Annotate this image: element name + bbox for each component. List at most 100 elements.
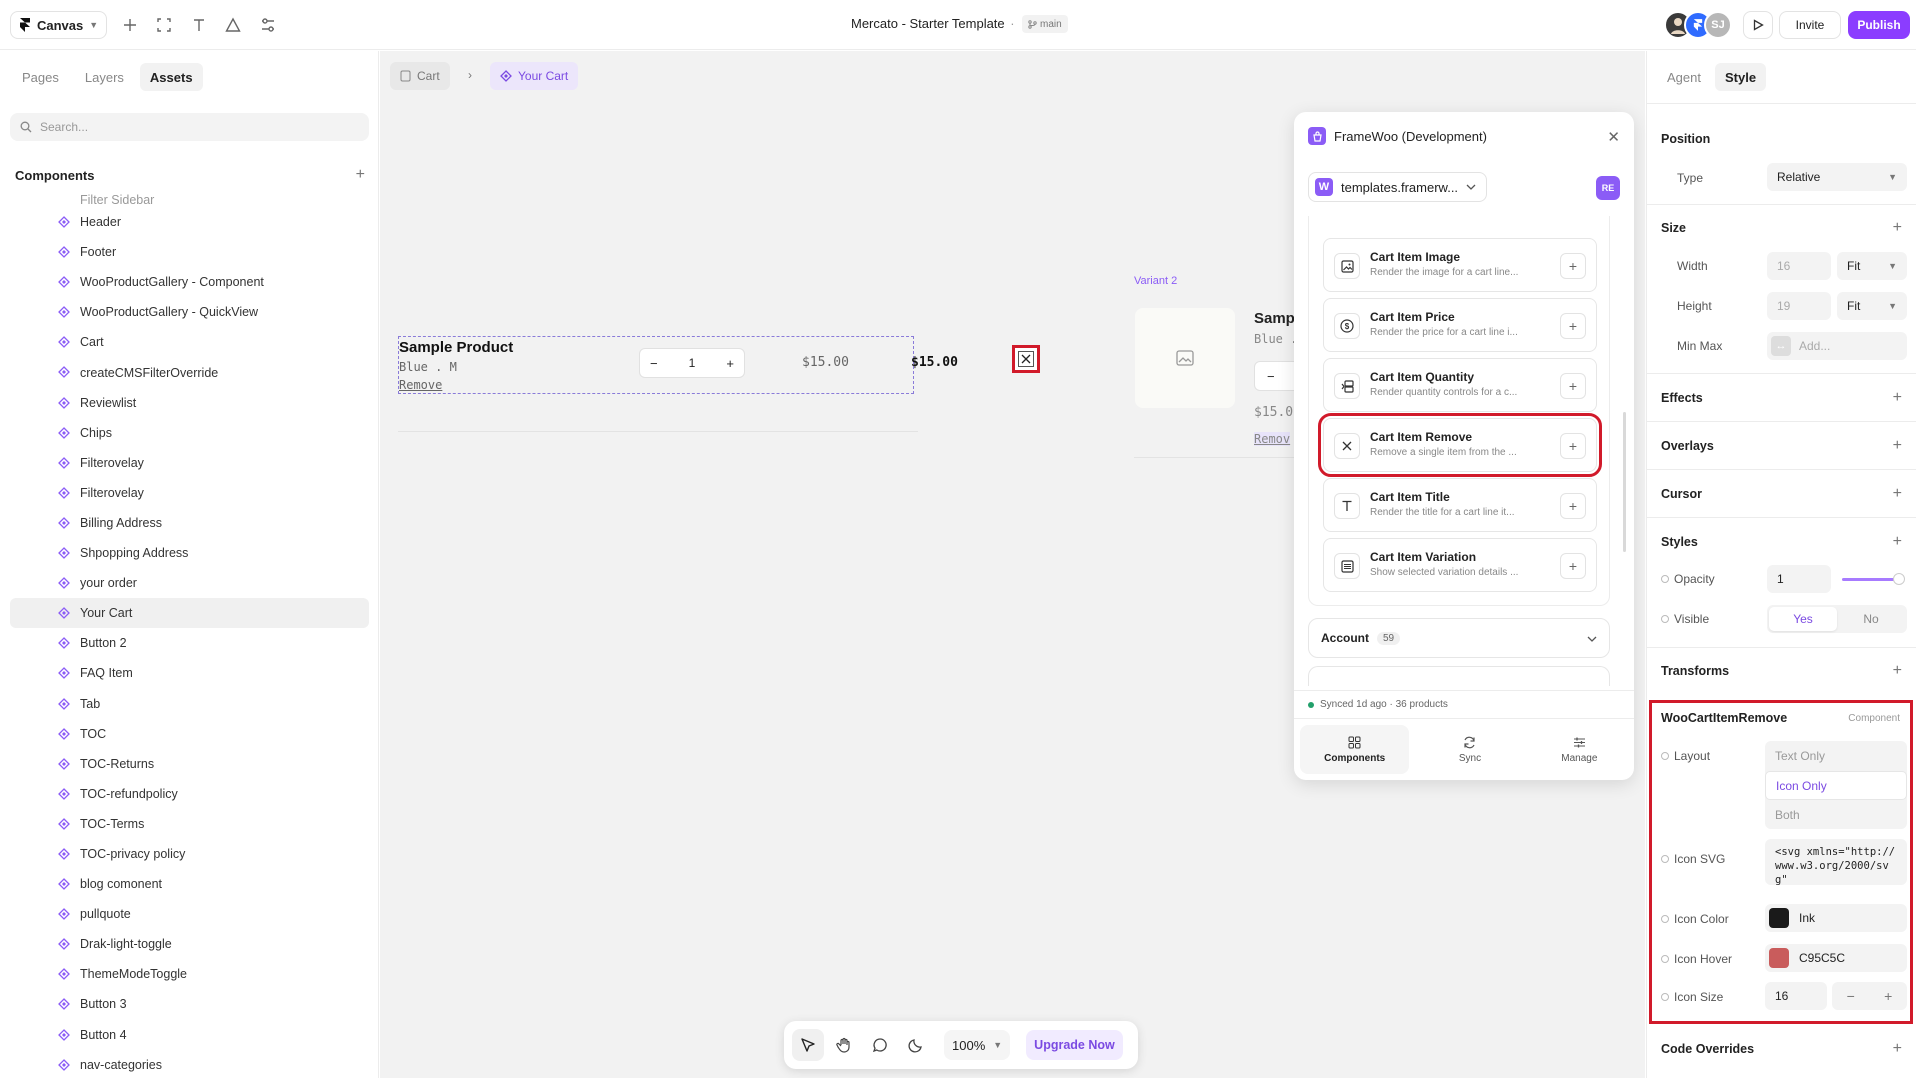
app-menu-button[interactable]: Canvas ▼ xyxy=(10,11,108,39)
branch-badge[interactable]: main xyxy=(1022,15,1068,33)
close-icon[interactable]: ✕ xyxy=(1607,128,1620,146)
add-component-button[interactable]: + xyxy=(356,167,365,183)
sidebar-item-component[interactable]: Footer xyxy=(10,237,369,267)
sidebar-item-component[interactable]: nav-categories xyxy=(10,1050,369,1078)
wishlist-accordion[interactable] xyxy=(1308,666,1610,686)
sidebar-item-component[interactable]: Reviewlist xyxy=(10,388,369,418)
publish-button[interactable]: Publish xyxy=(1848,11,1910,39)
upgrade-now-button[interactable]: Upgrade Now xyxy=(1026,1030,1123,1060)
add-style-button[interactable]: + xyxy=(1893,534,1902,550)
sidebar-item-component[interactable]: Drak-light-toggle xyxy=(10,929,369,959)
plugin-nav-manage[interactable]: Manage xyxy=(1525,719,1634,780)
select-tool-button[interactable] xyxy=(792,1029,824,1061)
sidebar-item-component[interactable]: Filterovelay xyxy=(10,478,369,508)
plus-icon[interactable]: + xyxy=(1884,988,1892,1004)
sidebar-item-component[interactable]: ThemeModeToggle xyxy=(10,959,369,989)
plugin-nav-components[interactable]: Components xyxy=(1300,725,1410,774)
sidebar-item-component[interactable]: createCMSFilterOverride xyxy=(10,357,369,387)
sidebar-item-component[interactable]: Button 3 xyxy=(10,989,369,1019)
opacity-input[interactable]: 1 xyxy=(1767,565,1831,593)
sidebar-item-component[interactable]: Header xyxy=(10,207,369,237)
tab-agent[interactable]: Agent xyxy=(1657,63,1711,91)
add-cursor-button[interactable]: + xyxy=(1893,486,1902,502)
add-component-button[interactable]: + xyxy=(1560,253,1586,279)
plugin-nav-sync[interactable]: Sync xyxy=(1415,719,1524,780)
zoom-select[interactable]: 100% ▼ xyxy=(944,1030,1011,1060)
plugin-item-cart-item-title[interactable]: Cart Item Title Render the title for a c… xyxy=(1323,478,1597,532)
tab-style[interactable]: Style xyxy=(1714,63,1767,91)
sidebar-item-component[interactable]: Button 4 xyxy=(10,1020,369,1050)
variant-label[interactable]: Variant 2 xyxy=(1134,275,1177,287)
sidebar-item-component[interactable]: Your Cart xyxy=(10,598,369,629)
visible-yes-option[interactable]: Yes xyxy=(1769,607,1837,631)
minus-icon[interactable]: − xyxy=(1267,369,1275,384)
icon-size-stepper[interactable]: − + xyxy=(1832,982,1907,1010)
width-mode-select[interactable]: Fit ▼ xyxy=(1837,252,1907,280)
hand-tool-button[interactable] xyxy=(828,1029,860,1061)
layout-icon-only-option[interactable]: Icon Only xyxy=(1765,771,1907,800)
add-component-button[interactable]: + xyxy=(1560,433,1586,459)
min-max-input[interactable]: ↔ Add... xyxy=(1767,332,1907,360)
icon-svg-textarea[interactable]: <svg xmlns="http://www.w3.org/2000/svg" xyxy=(1765,839,1907,885)
user-badge[interactable]: RE xyxy=(1596,176,1620,200)
plugin-item-cart-item-price[interactable]: $ Cart Item Price Render the price for a… xyxy=(1323,298,1597,352)
document-title[interactable]: Mercato - Starter Template · xyxy=(851,16,1015,31)
visible-toggle[interactable]: Yes No xyxy=(1767,605,1907,633)
collaborator-avatars[interactable]: SJ xyxy=(1664,11,1732,39)
assets-search-input[interactable]: Search... xyxy=(10,113,369,141)
text-tool-button[interactable] xyxy=(188,14,210,36)
width-input[interactable]: 16 xyxy=(1767,252,1831,280)
plus-icon[interactable]: + xyxy=(726,356,734,371)
height-input[interactable]: 19 xyxy=(1767,292,1831,320)
sidebar-item-component[interactable]: Billing Address xyxy=(10,508,369,538)
plugin-item-cart-item-quantity[interactable]: Cart Item Quantity Render quantity contr… xyxy=(1323,358,1597,412)
sidebar-item-component[interactable]: TOC-Returns xyxy=(10,749,369,779)
tab-layers[interactable]: Layers xyxy=(75,63,134,91)
shape-tool-button[interactable] xyxy=(222,14,244,36)
opacity-slider-handle[interactable] xyxy=(1893,573,1905,585)
sidebar-item-component[interactable]: pullquote xyxy=(10,899,369,929)
sidebar-item-component[interactable]: Button 2 xyxy=(10,628,369,658)
list-item[interactable]: Filter Sidebar xyxy=(10,193,369,207)
sidebar-item-component[interactable]: Filterovelay xyxy=(10,448,369,478)
quantity-stepper[interactable]: − 1 + xyxy=(639,348,745,378)
breadcrumb-cart[interactable]: Cart xyxy=(390,62,450,90)
cart-item-remove-button[interactable] xyxy=(1012,345,1040,373)
remove-link[interactable]: Remove xyxy=(399,378,442,392)
sidebar-item-component[interactable]: WooProductGallery - Component xyxy=(10,267,369,297)
add-component-button[interactable]: + xyxy=(1560,373,1586,399)
cart-item-row[interactable]: Sample Product Blue . M Remove − 1 + $15… xyxy=(398,336,958,394)
tab-pages[interactable]: Pages xyxy=(12,63,69,91)
sidebar-item-component[interactable]: TOC-privacy policy xyxy=(10,839,369,869)
variant-remove-link[interactable]: Remov xyxy=(1254,432,1291,446)
site-selector[interactable]: W templates.framerw... xyxy=(1308,172,1488,202)
icon-size-input[interactable]: 16 xyxy=(1765,982,1827,1010)
height-mode-select[interactable]: Fit ▼ xyxy=(1837,292,1907,320)
minus-icon[interactable]: − xyxy=(650,356,658,371)
preview-button[interactable] xyxy=(1743,11,1773,39)
settings-tool-button[interactable] xyxy=(257,14,279,36)
position-type-select[interactable]: Relative ▼ xyxy=(1767,163,1907,191)
add-component-button[interactable]: + xyxy=(1560,493,1586,519)
add-component-button[interactable]: + xyxy=(1560,313,1586,339)
add-transform-button[interactable]: + xyxy=(1893,663,1902,679)
icon-hover-color-picker[interactable]: C95C5C xyxy=(1765,944,1907,972)
sidebar-item-component[interactable]: Cart xyxy=(10,327,369,357)
sidebar-item-component[interactable]: your order xyxy=(10,568,369,598)
add-effect-button[interactable]: + xyxy=(1893,390,1902,406)
comment-tool-button[interactable] xyxy=(864,1029,896,1061)
opacity-slider[interactable] xyxy=(1842,578,1897,581)
plugin-item-cart-item-image[interactable]: Cart Item Image Render the image for a c… xyxy=(1323,238,1597,292)
sidebar-item-component[interactable]: Shpopping Address xyxy=(10,538,369,568)
add-component-button[interactable]: + xyxy=(1560,553,1586,579)
sidebar-item-component[interactable]: WooProductGallery - QuickView xyxy=(10,297,369,327)
layout-options[interactable]: Text Only Icon Only Both xyxy=(1765,741,1907,829)
layout-both-option[interactable]: Both xyxy=(1765,800,1907,829)
add-overlay-button[interactable]: + xyxy=(1893,438,1902,454)
sidebar-item-component[interactable]: FAQ Item xyxy=(10,658,369,688)
theme-toggle-button[interactable] xyxy=(900,1029,932,1061)
frame-tool-button[interactable] xyxy=(153,14,175,36)
plugin-item-cart-item-variation[interactable]: Cart Item Variation Show selected variat… xyxy=(1323,538,1597,592)
minus-icon[interactable]: − xyxy=(1847,988,1855,1004)
add-size-button[interactable]: + xyxy=(1893,220,1902,236)
